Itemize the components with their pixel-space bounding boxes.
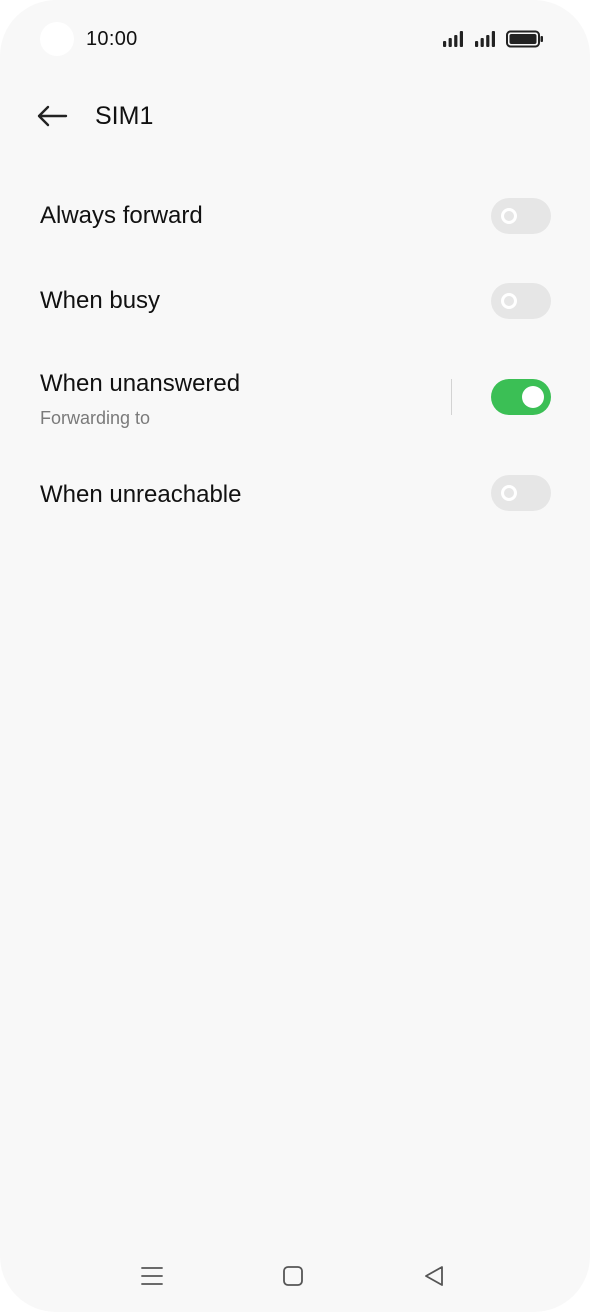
toggle-knob — [501, 485, 517, 501]
recent-apps-button[interactable] — [132, 1260, 172, 1292]
home-icon — [283, 1266, 303, 1286]
list-item-when-unanswered[interactable]: When unanswered Forwarding to — [0, 346, 590, 446]
list-item-when-busy[interactable]: When busy — [0, 256, 590, 346]
signal-icon — [475, 31, 495, 47]
back-triangle-icon — [425, 1266, 443, 1286]
menu-icon — [141, 1267, 163, 1285]
list-item-label: When busy — [40, 287, 161, 314]
list-item-label: When unanswered — [40, 370, 241, 397]
camera-cutout — [40, 22, 74, 56]
toggle-knob — [501, 293, 517, 309]
list-item-always-forward[interactable]: Always forward — [0, 170, 590, 260]
status-bar: 10:00 — [0, 0, 590, 80]
when-busy-toggle[interactable] — [491, 283, 551, 319]
battery-icon — [506, 30, 543, 48]
phone-screen: 10:00 SIM1 Always forward When busy When… — [0, 0, 590, 1312]
app-header: SIM1 — [0, 84, 590, 148]
back-button[interactable] — [30, 96, 74, 136]
when-unreachable-toggle[interactable] — [491, 475, 551, 511]
nav-back-button[interactable] — [414, 1260, 454, 1292]
list-item-subtitle: Forwarding to — [40, 408, 151, 428]
list-item-label: Always forward — [40, 202, 203, 229]
home-button[interactable] — [273, 1260, 313, 1292]
arrow-left-icon — [37, 105, 68, 127]
system-nav-bar — [0, 1252, 590, 1302]
list-item-label: When unreachable — [40, 481, 242, 508]
always-forward-toggle[interactable] — [491, 198, 551, 234]
signal-icon — [443, 31, 463, 47]
vertical-divider — [451, 379, 452, 415]
when-unanswered-toggle[interactable] — [491, 379, 551, 415]
toggle-knob — [522, 386, 544, 408]
status-time: 10:00 — [86, 28, 138, 50]
page-title: SIM1 — [95, 102, 154, 130]
list-item-when-unreachable[interactable]: When unreachable — [0, 448, 590, 538]
toggle-knob — [501, 208, 517, 224]
